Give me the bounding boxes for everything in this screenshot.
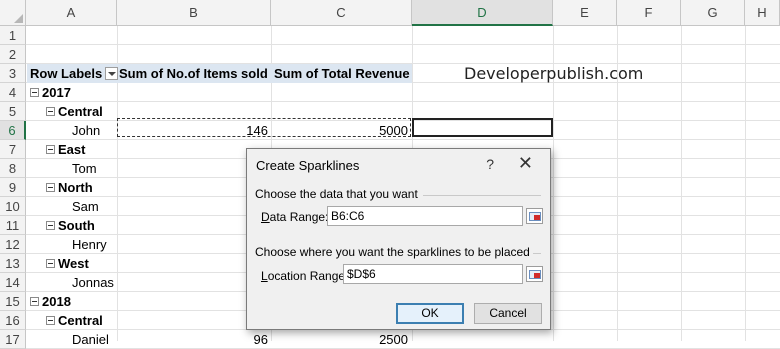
collapse-icon[interactable]: [46, 316, 55, 326]
row-header[interactable]: 1: [0, 26, 26, 45]
location-range-accesskey: L: [261, 269, 268, 283]
row-header-selected[interactable]: 6: [0, 121, 26, 140]
pivot-col-c-header[interactable]: Sum of Total Revenue: [274, 64, 410, 83]
close-icon[interactable]: ✕: [518, 153, 533, 174]
select-all-corner[interactable]: [0, 0, 26, 26]
section-divider: [423, 195, 541, 196]
copy-marquee-selection: [117, 118, 411, 137]
row-header[interactable]: 5: [0, 102, 26, 121]
row-header[interactable]: 16: [0, 311, 26, 330]
collapse-icon[interactable]: [46, 259, 55, 269]
region-label: South: [58, 218, 95, 233]
column-header-c[interactable]: C: [271, 0, 412, 26]
pivot-name-henry[interactable]: Henry: [72, 235, 107, 254]
data-range-input[interactable]: B6:C6: [327, 206, 523, 226]
pivot-year-2017[interactable]: 2017: [30, 83, 71, 102]
row-header[interactable]: 9: [0, 178, 26, 197]
column-header-g[interactable]: G: [681, 0, 745, 26]
cancel-button[interactable]: Cancel: [474, 303, 542, 324]
location-range-label-text: ocation Range:: [267, 269, 349, 283]
location-range-label: Location Range:: [261, 269, 348, 283]
grid-row: [26, 26, 780, 45]
row-header[interactable]: 8: [0, 159, 26, 178]
row-header[interactable]: 15: [0, 292, 26, 311]
column-header-e[interactable]: E: [553, 0, 617, 26]
pivot-year-2018[interactable]: 2018: [30, 292, 71, 311]
column-header-a[interactable]: A: [26, 0, 117, 26]
year-label: 2017: [42, 85, 71, 100]
cell-c17[interactable]: 2500: [271, 330, 408, 349]
collapse-icon[interactable]: [46, 183, 55, 193]
year-label: 2018: [42, 294, 71, 309]
pivot-region-east[interactable]: East: [46, 140, 85, 159]
pivot-name-jonnas[interactable]: Jonnas: [72, 273, 114, 292]
pivot-region-west[interactable]: West: [46, 254, 89, 273]
row-header[interactable]: 10: [0, 197, 26, 216]
row-header[interactable]: 14: [0, 273, 26, 292]
pivot-col-b-header[interactable]: Sum of No.of Items sold: [119, 64, 268, 83]
pivot-region-south[interactable]: South: [46, 216, 95, 235]
collapse-icon[interactable]: [46, 145, 55, 155]
pivot-region-central[interactable]: Central: [46, 102, 103, 121]
region-label: North: [58, 180, 93, 195]
data-range-label: Data Range:: [261, 210, 328, 224]
watermark-text: Developerpublish.com: [464, 64, 644, 83]
pivot-region-north[interactable]: North: [46, 178, 93, 197]
region-label: Central: [58, 104, 103, 119]
pivot-region-central-2018[interactable]: Central: [46, 311, 103, 330]
active-cell-d6[interactable]: [412, 118, 553, 137]
row-header[interactable]: 12: [0, 235, 26, 254]
section-location-label: Choose where you want the sparklines to …: [255, 245, 530, 259]
pivot-name-daniel[interactable]: Daniel: [72, 330, 109, 349]
region-label: East: [58, 142, 86, 157]
pivot-name-john[interactable]: John: [72, 121, 100, 140]
collapse-icon[interactable]: [30, 297, 39, 307]
row-header[interactable]: 17: [0, 330, 26, 349]
location-range-input[interactable]: $D$6: [343, 264, 523, 284]
grid-row: [26, 45, 780, 64]
column-header-b[interactable]: B: [117, 0, 271, 26]
ok-button[interactable]: OK: [396, 303, 464, 324]
collapse-icon[interactable]: [46, 107, 55, 117]
dialog-title: Create Sparklines: [256, 158, 360, 173]
column-header-f[interactable]: F: [617, 0, 681, 26]
region-label: West: [58, 256, 89, 271]
collapse-icon[interactable]: [30, 88, 39, 98]
range-picker-icon[interactable]: [526, 208, 543, 224]
row-header[interactable]: 11: [0, 216, 26, 235]
column-header-d[interactable]: D: [412, 0, 553, 26]
row-header[interactable]: 7: [0, 140, 26, 159]
row-header[interactable]: 4: [0, 83, 26, 102]
create-sparklines-dialog: Create Sparklines ? ✕ Choose the data th…: [246, 148, 551, 330]
row-header[interactable]: 3: [0, 64, 26, 83]
region-label: Central: [58, 313, 103, 328]
row-labels-text: Row Labels: [30, 66, 103, 81]
grid-row: [26, 83, 780, 102]
data-range-label-text: ata Range:: [269, 210, 329, 224]
help-icon[interactable]: ?: [486, 156, 494, 172]
column-header-h[interactable]: H: [745, 0, 780, 26]
data-range-accesskey: D: [261, 210, 270, 224]
collapse-icon[interactable]: [46, 221, 55, 231]
cell-b17[interactable]: 96: [117, 330, 268, 349]
pivot-name-tom[interactable]: Tom: [72, 159, 97, 178]
pivot-row-labels-header[interactable]: Row Labels: [30, 64, 119, 83]
row-header[interactable]: 13: [0, 254, 26, 273]
section-divider: [533, 253, 541, 254]
filter-dropdown-icon[interactable]: [105, 67, 119, 81]
range-picker-icon[interactable]: [526, 266, 543, 282]
section-data-label: Choose the data that you want: [255, 187, 418, 201]
row-header[interactable]: 2: [0, 45, 26, 64]
pivot-name-sam[interactable]: Sam: [72, 197, 99, 216]
